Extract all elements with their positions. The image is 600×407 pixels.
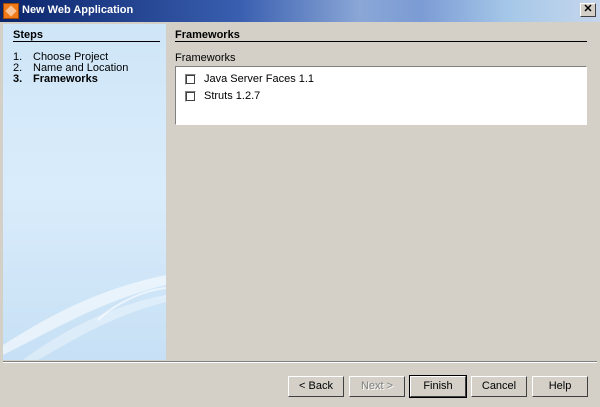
next-button[interactable]: Next > — [349, 376, 405, 397]
steps-panel: Steps 1. Choose Project 2. Name and Locati… — [3, 24, 166, 360]
step-label: Frameworks — [33, 73, 98, 85]
framework-item-struts[interactable]: Struts 1.2.7 — [185, 89, 260, 103]
framework-checkbox-struts[interactable] — [185, 90, 196, 102]
frameworks-list-label: Frameworks — [175, 52, 236, 64]
finish-button[interactable]: Finish — [409, 375, 467, 398]
title-bar[interactable]: New Web Application ✕ — [0, 0, 600, 22]
button-bar-separator — [3, 361, 597, 363]
framework-label-struts: Struts 1.2.7 — [204, 90, 261, 102]
frameworks-panel: Frameworks Frameworks Java Server Faces … — [175, 24, 590, 360]
help-button[interactable]: Help — [532, 376, 588, 397]
cancel-button[interactable]: Cancel — [471, 376, 527, 397]
window-title: New Web Application — [22, 4, 134, 16]
framework-item-jsf[interactable]: Java Server Faces 1.1 — [185, 72, 314, 86]
step-item-current: 3. Frameworks — [13, 74, 128, 85]
panel-divider — [175, 41, 587, 42]
back-button[interactable]: < Back — [288, 376, 344, 397]
decorative-swoosh — [3, 275, 166, 360]
steps-header: Steps — [13, 29, 43, 41]
panel-header: Frameworks — [175, 29, 240, 41]
netbeans-app-icon — [3, 3, 19, 19]
frameworks-list[interactable]: Java Server Faces 1.1 Struts 1.2.7 — [175, 66, 587, 125]
step-number: 3. — [13, 73, 23, 85]
close-icon: ✕ — [583, 3, 593, 15]
framework-label-jsf: Java Server Faces 1.1 — [204, 73, 315, 85]
steps-list: 1. Choose Project 2. Name and Location 3. F… — [13, 52, 128, 85]
steps-divider — [13, 41, 160, 42]
framework-checkbox-jsf[interactable] — [185, 73, 196, 85]
close-button[interactable]: ✕ — [580, 3, 596, 17]
